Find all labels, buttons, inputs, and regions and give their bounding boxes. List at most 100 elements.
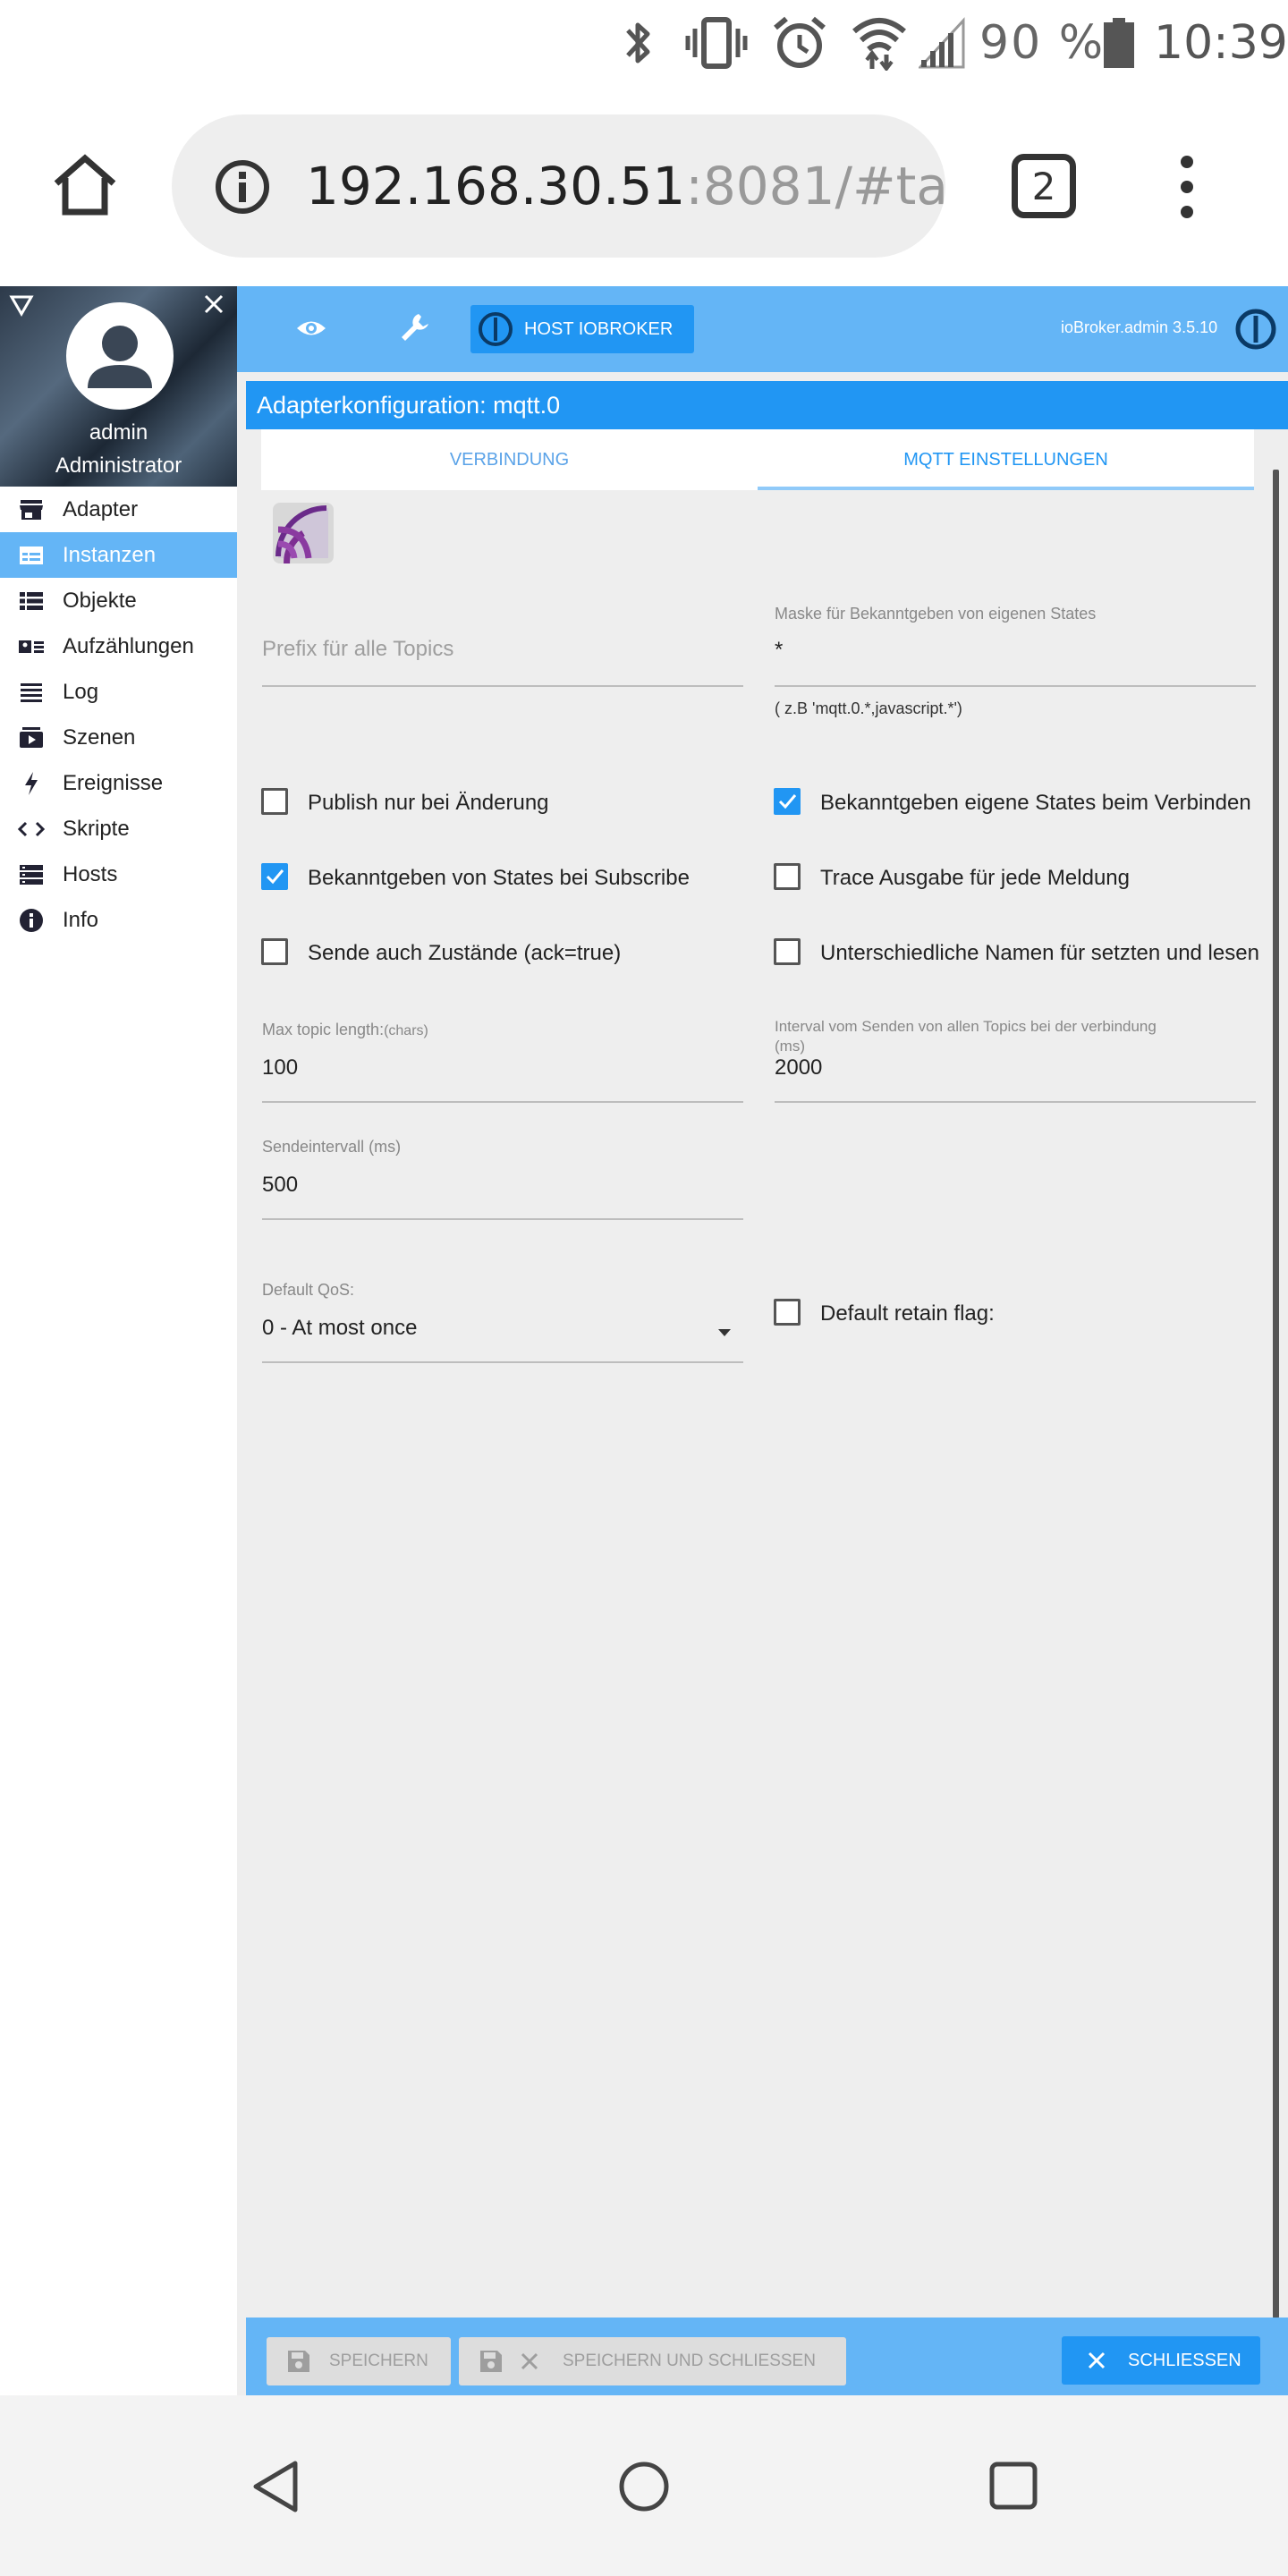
recents-icon[interactable] [988,2461,1038,2511]
tab-verbindung[interactable]: VERBINDUNG [261,429,758,490]
alarm-icon [771,16,828,70]
max-topic-input[interactable]: 100 [262,1055,298,1080]
trace-output-label: Trace Ausgabe für jede Meldung [820,866,1130,890]
close-button-label: SCHLIESSEN [1128,2350,1241,2370]
scenes-icon [0,726,63,750]
prefix-input[interactable]: Prefix für alle Topics [262,637,453,662]
send-interval-underline [262,1218,743,1220]
wrench-icon[interactable] [399,311,431,343]
send-ack-true-checkbox[interactable] [261,938,288,965]
code-icon [0,820,63,838]
sidebar-item-label: Aufzählungen [63,633,194,658]
trace-output-checkbox[interactable] [774,863,801,890]
interval-label-unit: (ms) [775,1038,805,1055]
android-navigation-bar [0,2395,1288,2576]
qos-label: Default QoS: [262,1281,355,1299]
interval-label: Interval vom Senden von allen Topics bei… [775,1018,1157,1035]
top-toolbar: HOST IOBROKER ioBroker.admin 3.5.10 [237,286,1288,372]
site-info-icon[interactable] [215,159,270,215]
sidebar-item-info[interactable]: Info [0,897,237,943]
hosts-icon [0,864,63,886]
sidebar-item-log[interactable]: Log [0,669,237,715]
home-circle-icon[interactable] [617,2460,671,2513]
vibrate-icon [682,16,750,70]
url-text[interactable]: 192.168.30.51:8081/#tab-in [306,156,945,216]
qos-select[interactable]: 0 - At most once [262,1316,417,1341]
interval-input[interactable]: 2000 [775,1055,822,1080]
publish-own-on-connect-checkbox[interactable] [774,788,801,815]
iobroker-logo-icon [478,311,513,347]
sidebar-item-label: Skripte [63,816,130,841]
sidebar-role: Administrator [55,453,182,478]
url-bar[interactable]: 192.168.30.51:8081/#tab-in [172,114,945,258]
enum-icon [0,638,63,656]
publish-on-subscribe-checkbox[interactable] [261,863,288,890]
close-icon [1087,2351,1106,2370]
save-and-close-label: SPEICHERN UND SCHLIESSEN [563,2351,816,2370]
sidebar-item-szenen[interactable]: Szenen [0,715,237,760]
close-button[interactable]: SCHLIESSEN [1062,2336,1260,2385]
close-sidebar-icon[interactable] [201,292,228,318]
default-retain-label: Default retain flag: [820,1301,995,1326]
browser-bar: 192.168.30.51:8081/#tab-in 2 [0,85,1288,286]
sidebar-item-label: Adapter [63,496,139,521]
status-bar: 90 % 10:39 [0,0,1288,85]
dialog-tabs: VERBINDUNG MQTT EINSTELLUNGEN [261,429,1254,490]
sidebar-item-ereignisse[interactable]: Ereignisse [0,760,237,806]
sidebar-item-adapter[interactable]: Adapter [0,487,237,532]
save-button[interactable]: SPEICHERN [267,2337,451,2385]
different-names-label: Unterschiedliche Namen für setzten und l… [820,941,1259,965]
max-topic-underline [262,1101,743,1103]
sidebar-item-skripte[interactable]: Skripte [0,806,237,852]
publish-on-change-label: Publish nur bei Änderung [308,791,549,815]
sidebar: admin Administrator Adapter Instanzen Ob… [0,286,237,2395]
mask-input[interactable]: * [775,638,783,663]
interval-underline [775,1101,1256,1103]
back-icon[interactable] [249,2458,302,2515]
sidebar-item-label: Hosts [63,861,118,886]
tab-indicator [758,487,1254,490]
iobroker-logo-icon [1234,308,1277,351]
max-topic-label: Max topic length:(chars) [262,1021,428,1038]
mask-input-underline [775,685,1256,687]
menu-collapse-icon[interactable] [9,293,36,320]
status-clock: 10:39 [1154,16,1288,70]
sidebar-username: admin [89,420,148,445]
more-menu-icon[interactable] [1174,155,1200,219]
store-icon [0,498,63,521]
tab-mqtt-einstellungen[interactable]: MQTT EINSTELLUNGEN [758,429,1254,490]
scrollbar[interactable] [1273,470,1279,2318]
avatar [66,302,174,410]
mask-hint: ( z.B 'mqtt.0.*,javascript.*') [775,699,962,717]
sidebar-item-label: Log [63,679,99,704]
different-names-checkbox[interactable] [774,938,801,965]
sidebar-item-objekte[interactable]: Objekte [0,578,237,623]
main-content: HOST IOBROKER ioBroker.admin 3.5.10 Adap… [237,286,1288,2395]
sidebar-item-hosts[interactable]: Hosts [0,852,237,897]
send-interval-label: Sendeintervall (ms) [262,1138,402,1156]
send-interval-input[interactable]: 500 [262,1173,298,1198]
save-and-close-button[interactable]: SPEICHERN UND SCHLIESSEN [459,2337,846,2385]
instances-icon [0,545,63,566]
save-button-label: SPEICHERN [329,2351,428,2370]
host-iobroker-button[interactable]: HOST IOBROKER [470,305,694,353]
sidebar-item-label: Info [63,907,99,932]
tab-switcher-button[interactable]: 2 [1012,154,1076,218]
checkmark-icon [266,869,284,885]
sidebar-item-aufzaehlungen[interactable]: Aufzählungen [0,623,237,669]
mqtt-adapter-logo-icon [273,503,334,564]
sidebar-item-label: Instanzen [63,542,157,567]
checkmark-icon [778,794,797,809]
info-icon [0,908,63,933]
sidebar-item-label: Szenen [63,724,136,750]
sidebar-item-label: Objekte [63,588,137,613]
host-button-label: HOST IOBROKER [524,318,674,339]
floppy-icon [479,2349,504,2374]
sidebar-item-instanzen[interactable]: Instanzen [0,532,237,578]
send-ack-true-label: Sende auch Zustände (ack=true) [308,941,622,965]
dropdown-arrow-icon[interactable] [717,1326,732,1336]
eye-icon[interactable] [295,315,327,342]
publish-on-change-checkbox[interactable] [261,788,288,815]
home-icon[interactable] [49,149,121,221]
default-retain-checkbox[interactable] [774,1299,801,1326]
